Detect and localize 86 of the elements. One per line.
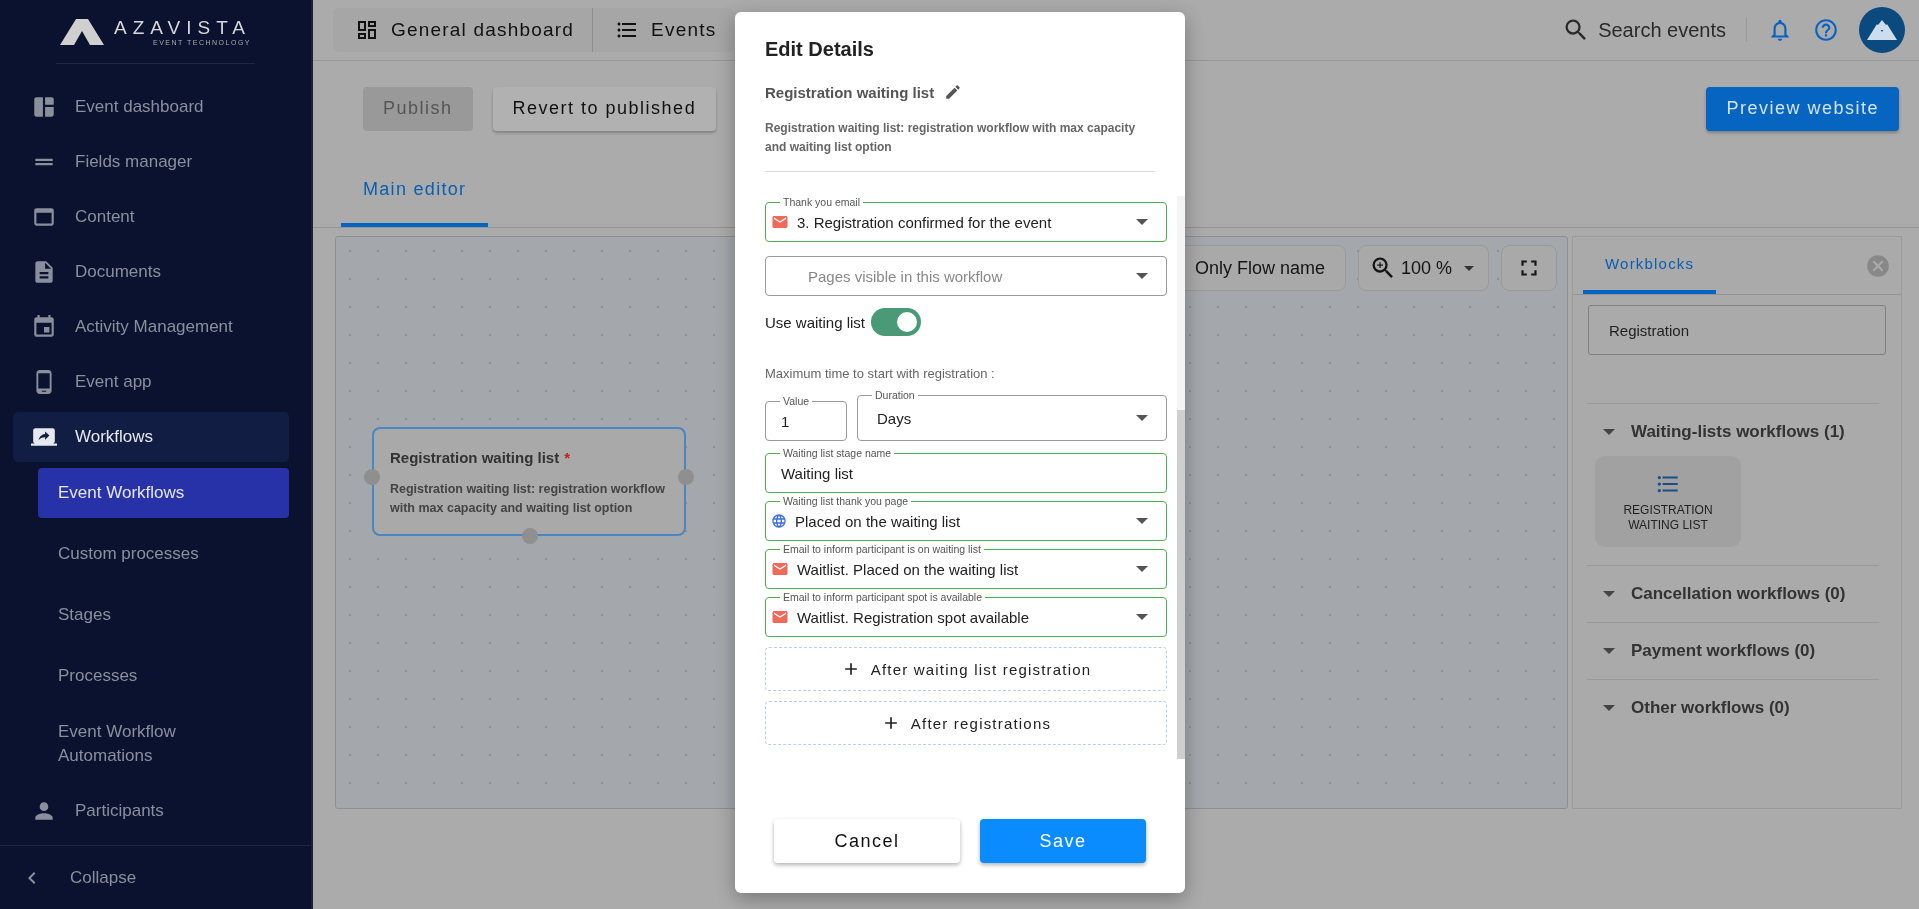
node-title: Registration waiting list xyxy=(390,449,560,466)
field-label: Thank you email xyxy=(780,196,864,208)
zoom-select[interactable]: 100 % xyxy=(1357,245,1489,291)
mail-icon xyxy=(771,608,789,626)
field-placeholder: Pages visible in this workflow xyxy=(807,267,1004,285)
top-nav-link[interactable]: Events xyxy=(592,8,735,52)
search-field[interactable]: Registration xyxy=(1588,305,1886,355)
dropdown-caret-icon xyxy=(1136,518,1148,524)
caret-icon xyxy=(1603,705,1615,711)
dropdown-caret-icon xyxy=(1136,219,1148,225)
sidebar-subitem[interactable]: Custom processes xyxy=(38,529,289,579)
cancel-button[interactable]: Cancel xyxy=(774,819,960,863)
toggle-switch[interactable] xyxy=(871,308,922,336)
group-header[interactable]: Payment workflows (0) xyxy=(1595,641,1879,661)
field-label: Duration xyxy=(872,389,918,401)
group-header[interactable]: Waiting-lists workflows (1) xyxy=(1595,422,1879,442)
field-label: Waiting list thank you page xyxy=(780,495,912,507)
close-icon[interactable] xyxy=(1865,252,1891,279)
select-field[interactable]: Pages visible in this workflow xyxy=(765,256,1167,296)
sidebar-item[interactable]: Fields manager xyxy=(13,137,289,187)
logo-icon xyxy=(1867,20,1897,40)
field-value: Placed on the waiting list xyxy=(795,512,962,530)
sidebar-item[interactable]: Workflows xyxy=(13,412,289,462)
required-marker: * xyxy=(564,449,571,466)
field-value: 1 xyxy=(780,412,791,430)
sidebar-item-icon xyxy=(31,94,57,120)
sidebar-item[interactable]: Event app xyxy=(13,357,289,407)
sidebar-subitem[interactable]: Processes xyxy=(38,651,289,701)
field-value: Days xyxy=(876,409,913,427)
field-label: Waiting list stage name xyxy=(780,447,895,459)
fullscreen-button[interactable] xyxy=(1501,245,1557,291)
dashboard-icon xyxy=(355,18,379,42)
connector-handle[interactable] xyxy=(678,469,694,485)
group-header[interactable]: Cancellation workflows (0) xyxy=(1595,584,1879,604)
sidebar-item[interactable]: Event dashboard xyxy=(13,82,289,132)
add-button[interactable]: After registrations xyxy=(765,701,1167,745)
globe-icon xyxy=(771,513,787,529)
sidebar-subitem[interactable]: Stages xyxy=(38,590,289,640)
node-description: Registration waiting list: registration workflow with max capacity and waiting list option xyxy=(390,481,667,517)
search-field[interactable]: Search events xyxy=(1562,18,1747,42)
group-header[interactable]: Other workflows (0) xyxy=(1595,698,1879,718)
field-value: Waitlist. Placed on the waiting list xyxy=(797,560,1020,578)
caret-icon xyxy=(1603,648,1615,654)
dropdown-caret-icon xyxy=(1136,273,1148,279)
sidebar-subitem[interactable]: Event Workflow Automations xyxy=(38,712,218,776)
field-value: 3. Registration confirmed for the event xyxy=(797,213,1053,231)
section-label: Maximum time to start with registration : xyxy=(765,366,996,381)
sidebar-item[interactable]: Activity Management xyxy=(13,302,289,352)
sidebar-subitem[interactable]: Event Workflows xyxy=(38,468,289,518)
preview-button[interactable]: Preview website xyxy=(1706,86,1899,131)
sidebar-item-icon xyxy=(31,314,57,340)
save-button[interactable]: Save xyxy=(980,819,1146,863)
brand-name: AZAVISTA xyxy=(113,17,251,39)
workblock-card[interactable]: REGISTRATION WAITING LIST xyxy=(1595,456,1741,547)
logo-icon xyxy=(59,18,104,45)
field-label: Email to inform participant spot is available xyxy=(780,591,985,603)
avatar[interactable] xyxy=(1859,7,1905,53)
collapse-button[interactable]: Collapse xyxy=(0,845,311,909)
field-value: Waiting list xyxy=(780,464,854,482)
field-label: Email to inform participant is on waiting list xyxy=(780,543,984,555)
caret-icon xyxy=(1603,429,1615,435)
workflow-description: Registration waiting list: registration workflow with max capacity and waiting list option xyxy=(765,119,1155,172)
mail-icon xyxy=(771,560,789,578)
connector-handle[interactable] xyxy=(522,528,538,544)
sidebar-item[interactable]: Content xyxy=(13,192,289,242)
field-value: Waitlist. Registration spot available xyxy=(797,608,1031,626)
sidebar-item[interactable]: Documents xyxy=(13,247,289,297)
workflow-node[interactable]: Registration waiting list * Registration waiting list: registration workflow with max capacity and waiting list option xyxy=(372,427,686,536)
mail-icon xyxy=(771,213,789,231)
dropdown-caret-icon xyxy=(1136,566,1148,572)
add-button[interactable]: After waiting list registration xyxy=(765,647,1167,691)
dialog-title: Edit Details xyxy=(765,38,875,61)
field-label: Value xyxy=(780,395,813,407)
workflow-name: Registration waiting list xyxy=(765,83,935,101)
revert-button[interactable]: Revert to published xyxy=(492,86,717,131)
edit-icon[interactable] xyxy=(944,83,963,101)
caret-icon xyxy=(1603,591,1615,597)
top-nav-link[interactable]: General dashboard xyxy=(333,8,593,52)
toggle-label: Use waiting list xyxy=(765,313,866,331)
caret-icon xyxy=(1464,265,1474,271)
scrollbar[interactable] xyxy=(1177,196,1185,759)
dropdown-caret-icon xyxy=(1136,415,1148,421)
sidebar-item[interactable]: Participants xyxy=(13,786,289,836)
dropdown-caret-icon xyxy=(1136,614,1148,620)
connector-handle[interactable] xyxy=(364,469,380,485)
help-icon[interactable] xyxy=(1813,17,1839,43)
